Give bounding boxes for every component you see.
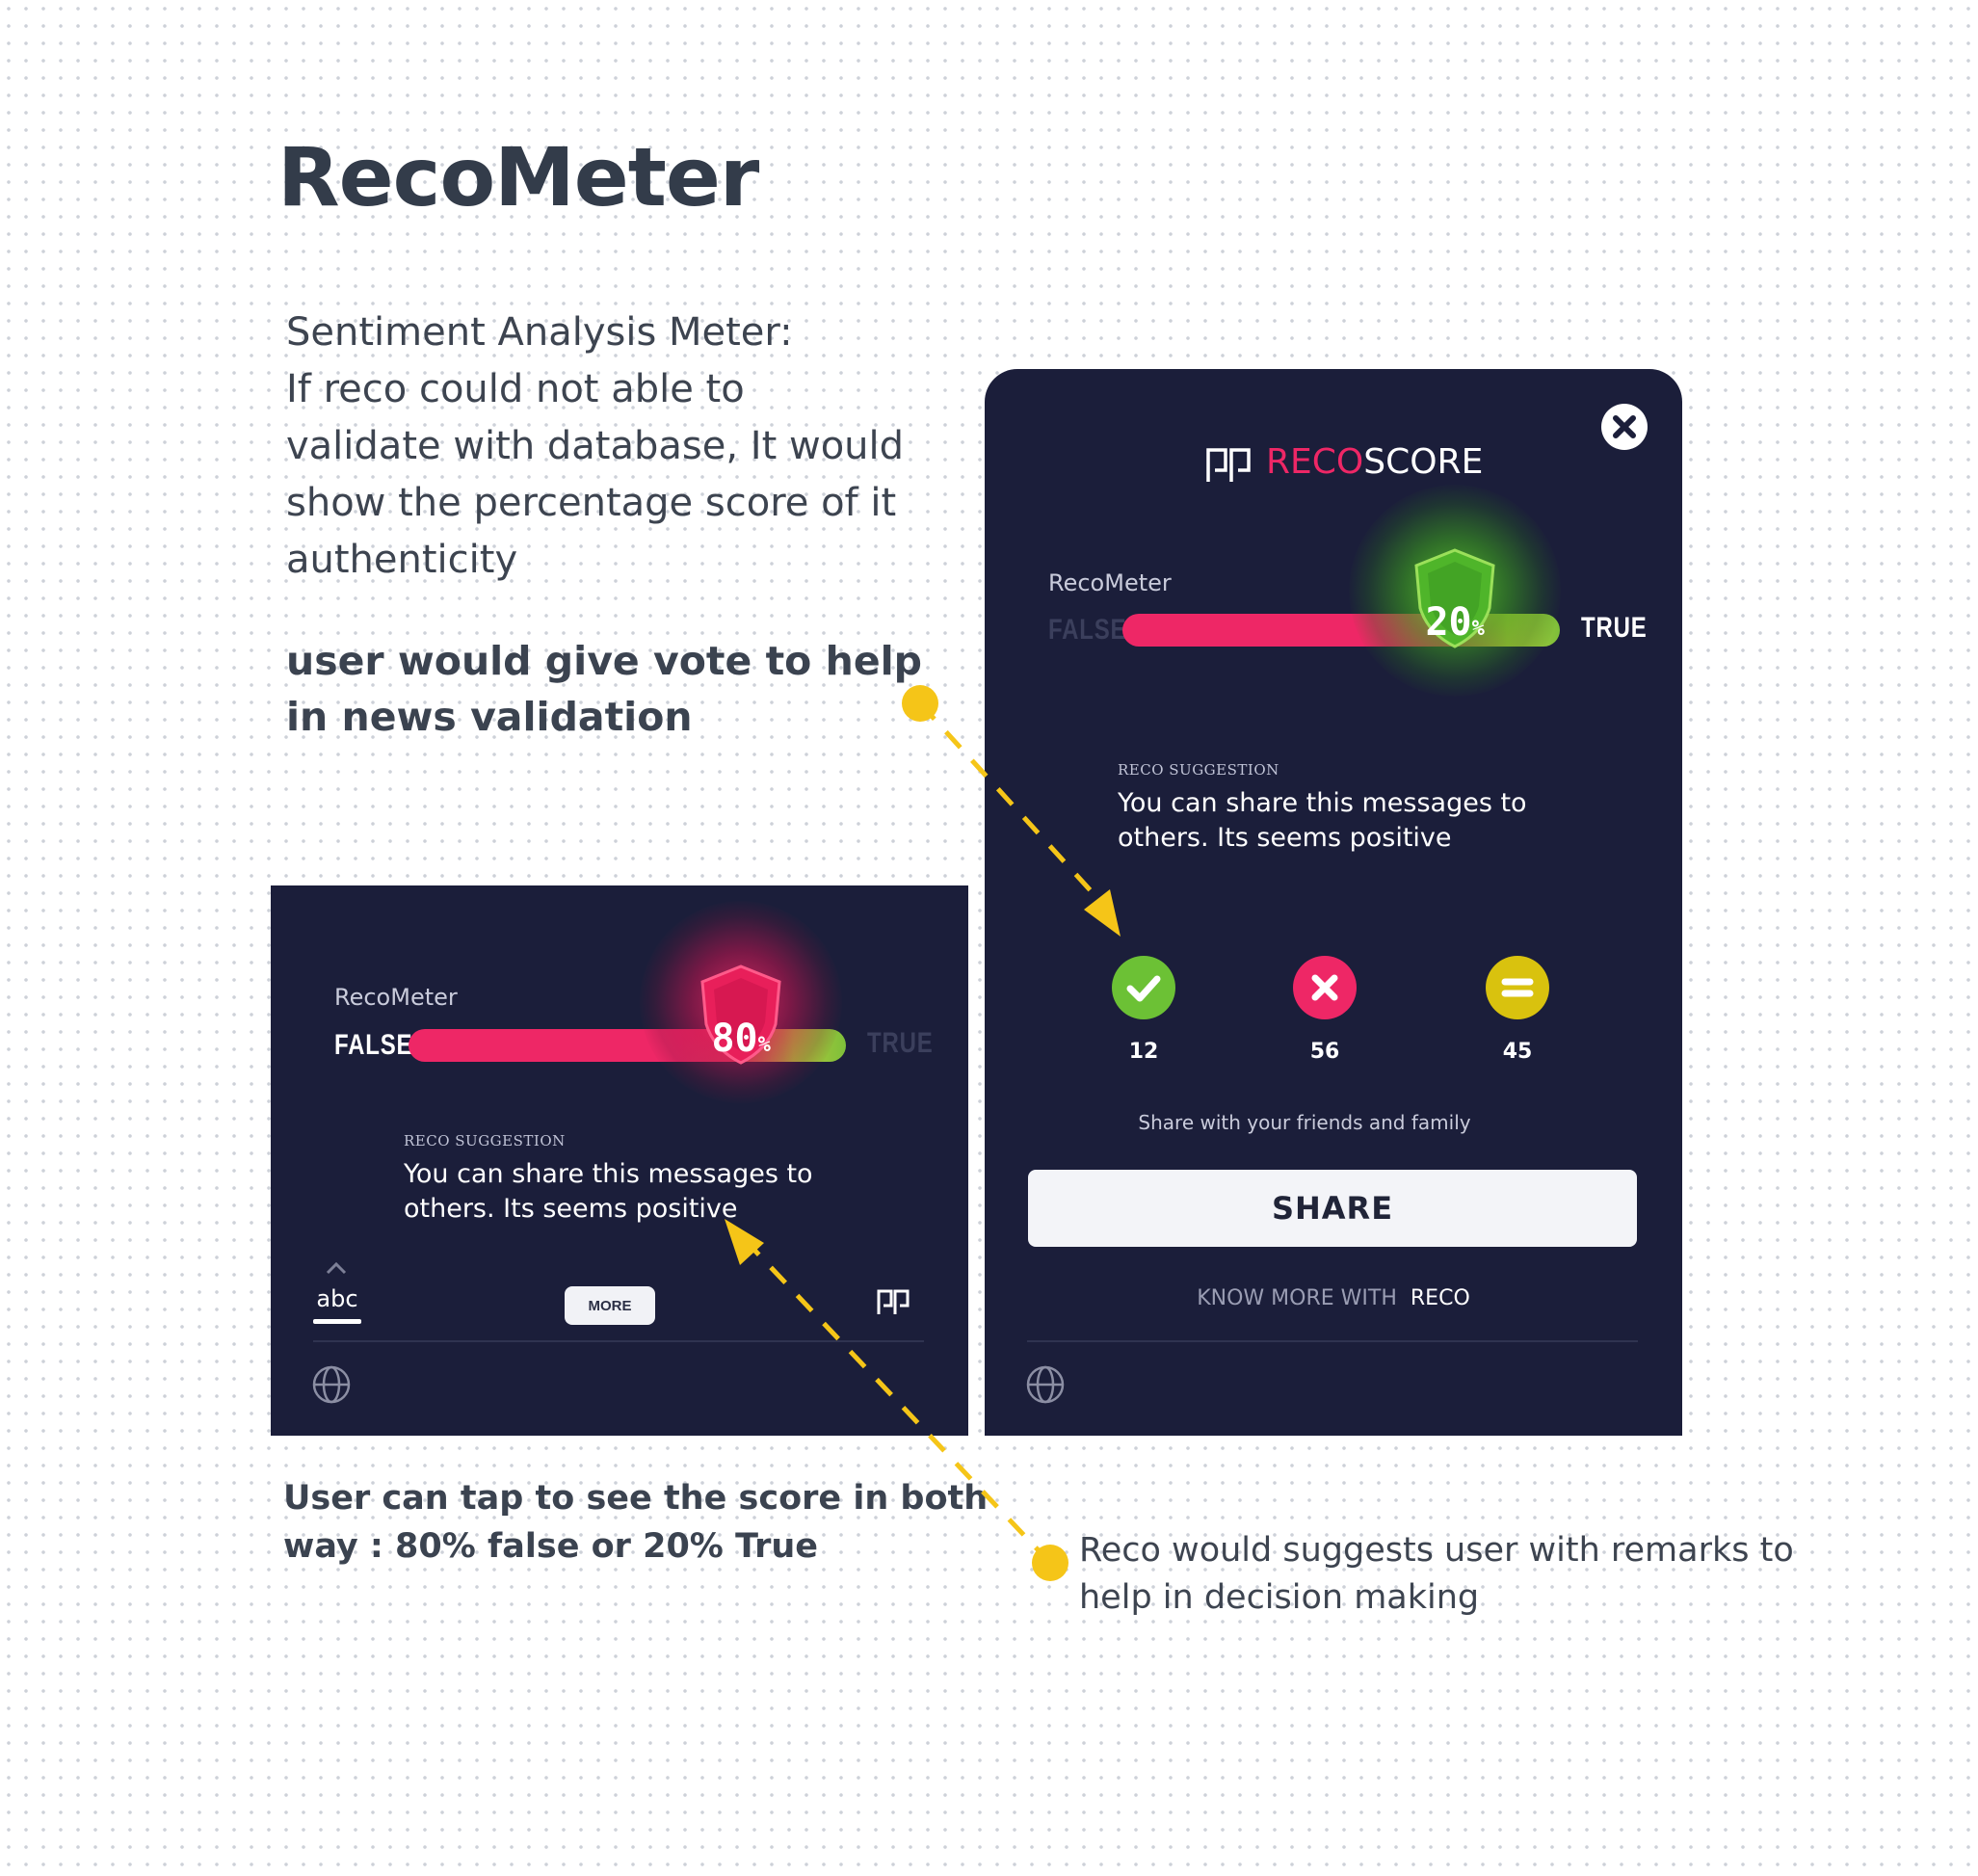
- suggestion-annotation-arrow: [725, 1219, 1068, 1581]
- vote-annotation-arrow: [902, 685, 1121, 937]
- annotation-overlay: [725, 685, 1121, 1581]
